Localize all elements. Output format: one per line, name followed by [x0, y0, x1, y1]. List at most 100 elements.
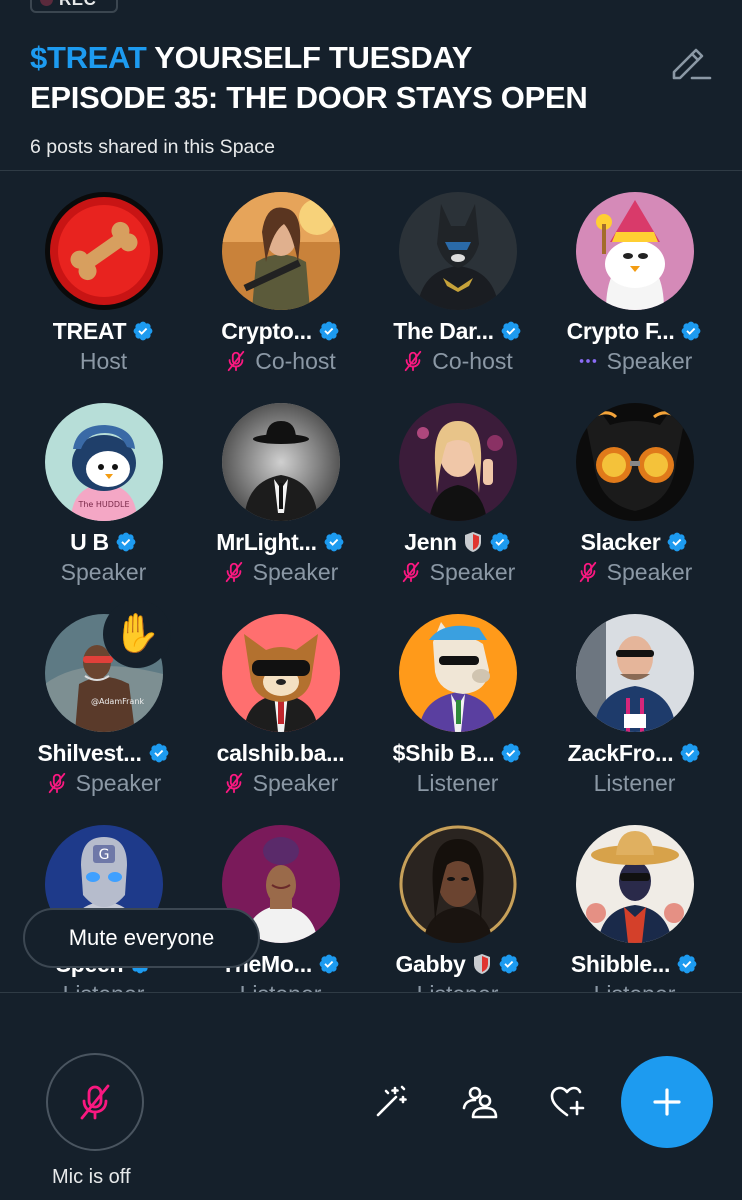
avatar[interactable] [44, 192, 163, 310]
verified-badge-icon [149, 743, 168, 763]
participant-role: Listener [593, 769, 676, 796]
participant-role-row: Listener [594, 768, 676, 798]
people-icon[interactable] [460, 1082, 498, 1120]
avatar[interactable] [575, 614, 694, 732]
verified-badge-icon [667, 532, 687, 552]
participant-name: $Shib B... [392, 739, 495, 766]
participant-role-row: Host [80, 346, 127, 376]
participant-tile[interactable]: Shibble... Listener [546, 825, 723, 992]
plus-icon [653, 1088, 681, 1116]
participant-role-row: Listener [594, 979, 676, 993]
mic-status-label: Mic is off [52, 1166, 131, 1188]
divider [0, 992, 742, 993]
verified-badge-icon [324, 532, 344, 552]
participant-role-row: Speaker [223, 557, 339, 587]
participant-role: Listener [63, 981, 145, 993]
participant-role-row: Listener [417, 979, 499, 993]
participant-name: TREAT [52, 317, 127, 344]
avatar[interactable] [575, 403, 694, 521]
avatar[interactable] [398, 403, 517, 521]
svg-text:G: G [98, 847, 109, 863]
participant-tile[interactable]: ZackFro... Listener [546, 614, 723, 825]
participant-name: The Dar... [393, 317, 494, 344]
participant-name: Gabby [395, 950, 466, 977]
participant-role: Co-host [432, 347, 513, 374]
participant-role-row: Listener [240, 979, 322, 993]
participant-role-row: Co-host [225, 346, 336, 376]
add-button[interactable] [621, 1056, 713, 1148]
participant-tile[interactable]: calshib.ba... Speaker [192, 614, 369, 825]
avatar[interactable]: The HUDDLE [44, 403, 163, 521]
participant-name-row: The Dar... [393, 316, 522, 346]
avatar[interactable] [221, 403, 340, 521]
participant-tile[interactable]: The HUDDLE U B Speaker [15, 403, 192, 614]
participant-role: Speaker [60, 558, 147, 585]
verified-badge-icon [499, 954, 518, 974]
participant-tile[interactable]: MrLight... Speaker [192, 403, 369, 614]
avatar[interactable] [575, 192, 694, 310]
verified-badge-icon [116, 532, 136, 552]
participant-role: Co-host [255, 347, 336, 374]
participant-name: MrLight... [216, 528, 317, 555]
participant-tile[interactable]: Slacker Speaker [546, 403, 723, 614]
participant-name-row: TREAT [53, 316, 154, 346]
participant-name-row: calshib.ba... [217, 738, 345, 768]
avatar[interactable] [398, 825, 517, 943]
participant-role: Host [79, 347, 128, 374]
speaking-dots-icon [579, 359, 596, 363]
verified-badge-icon [677, 954, 697, 974]
mic-off-icon [404, 350, 422, 372]
participant-role-row: Speaker [223, 768, 339, 798]
participant-tile[interactable]: Gabby Listener [369, 825, 546, 992]
mute-everyone-button[interactable]: Mute everyone [23, 908, 260, 968]
participant-role: Speaker [75, 769, 162, 796]
mic-toggle-button[interactable] [46, 1053, 144, 1151]
magic-wand-icon[interactable] [372, 1082, 410, 1120]
participant-tile[interactable]: Jenn Speaker [369, 403, 546, 614]
verified-badge-icon [319, 321, 339, 341]
svg-text:The HUDDLE: The HUDDLE [77, 500, 129, 509]
participant-tile[interactable]: Crypto... Co-host [192, 192, 369, 403]
participant-name-row: Shilvest... [37, 738, 169, 768]
participant-role: Speaker [252, 769, 339, 796]
raised-hand-icon: ✋ [103, 600, 171, 668]
avatar[interactable] [221, 614, 340, 732]
participant-name-row: Shibble... [571, 949, 698, 979]
verified-badge-icon [680, 743, 700, 763]
participant-role: Speaker [252, 558, 339, 585]
mic-off-icon [225, 561, 242, 583]
avatar[interactable] [398, 192, 517, 310]
shield-badge-icon [473, 954, 490, 974]
avatar[interactable] [221, 192, 340, 310]
participant-role-row: Speaker [46, 768, 162, 798]
verified-badge-icon [319, 954, 339, 974]
avatar[interactable] [398, 614, 517, 732]
participant-tile[interactable]: $Shib B... Listener [369, 614, 546, 825]
participant-role-row: Listener [63, 979, 145, 993]
participant-tile[interactable]: The Dar... Co-host [369, 192, 546, 403]
verified-badge-icon [133, 321, 153, 341]
mic-off-icon [579, 561, 596, 583]
participants-grid: TREAT Host Crypto... Co-host The Dar... Co-ho… [15, 192, 725, 992]
participant-name-row: ZackFro... [568, 738, 702, 768]
participant-name: Crypto F... [566, 317, 675, 344]
participant-role: Listener [416, 769, 499, 796]
heart-plus-icon[interactable] [548, 1082, 586, 1120]
avatar[interactable] [575, 825, 694, 943]
mic-off-icon [48, 772, 65, 794]
participant-tile[interactable]: @AdamFrank ✋ Shilvest... Speaker [15, 600, 192, 825]
participant-name: Crypto... [221, 317, 312, 344]
participant-role-row: Speaker [577, 346, 692, 376]
participant-name: U B [70, 528, 109, 555]
participant-name-row: Crypto F... [567, 316, 703, 346]
participant-name-row: Gabby [395, 949, 519, 979]
verified-badge-icon [501, 321, 521, 341]
participants-viewport: TREAT Host Crypto... Co-host The Dar... Co-ho… [0, 0, 742, 992]
participant-tile[interactable]: Crypto F... Speaker [546, 192, 723, 403]
verified-badge-icon [501, 743, 521, 763]
verified-badge-icon [490, 532, 510, 552]
participant-role: Listener [594, 981, 676, 993]
participant-role: Listener [417, 981, 499, 993]
participant-tile[interactable]: TREAT Host [15, 192, 192, 403]
participant-name: Shibble... [570, 950, 671, 977]
